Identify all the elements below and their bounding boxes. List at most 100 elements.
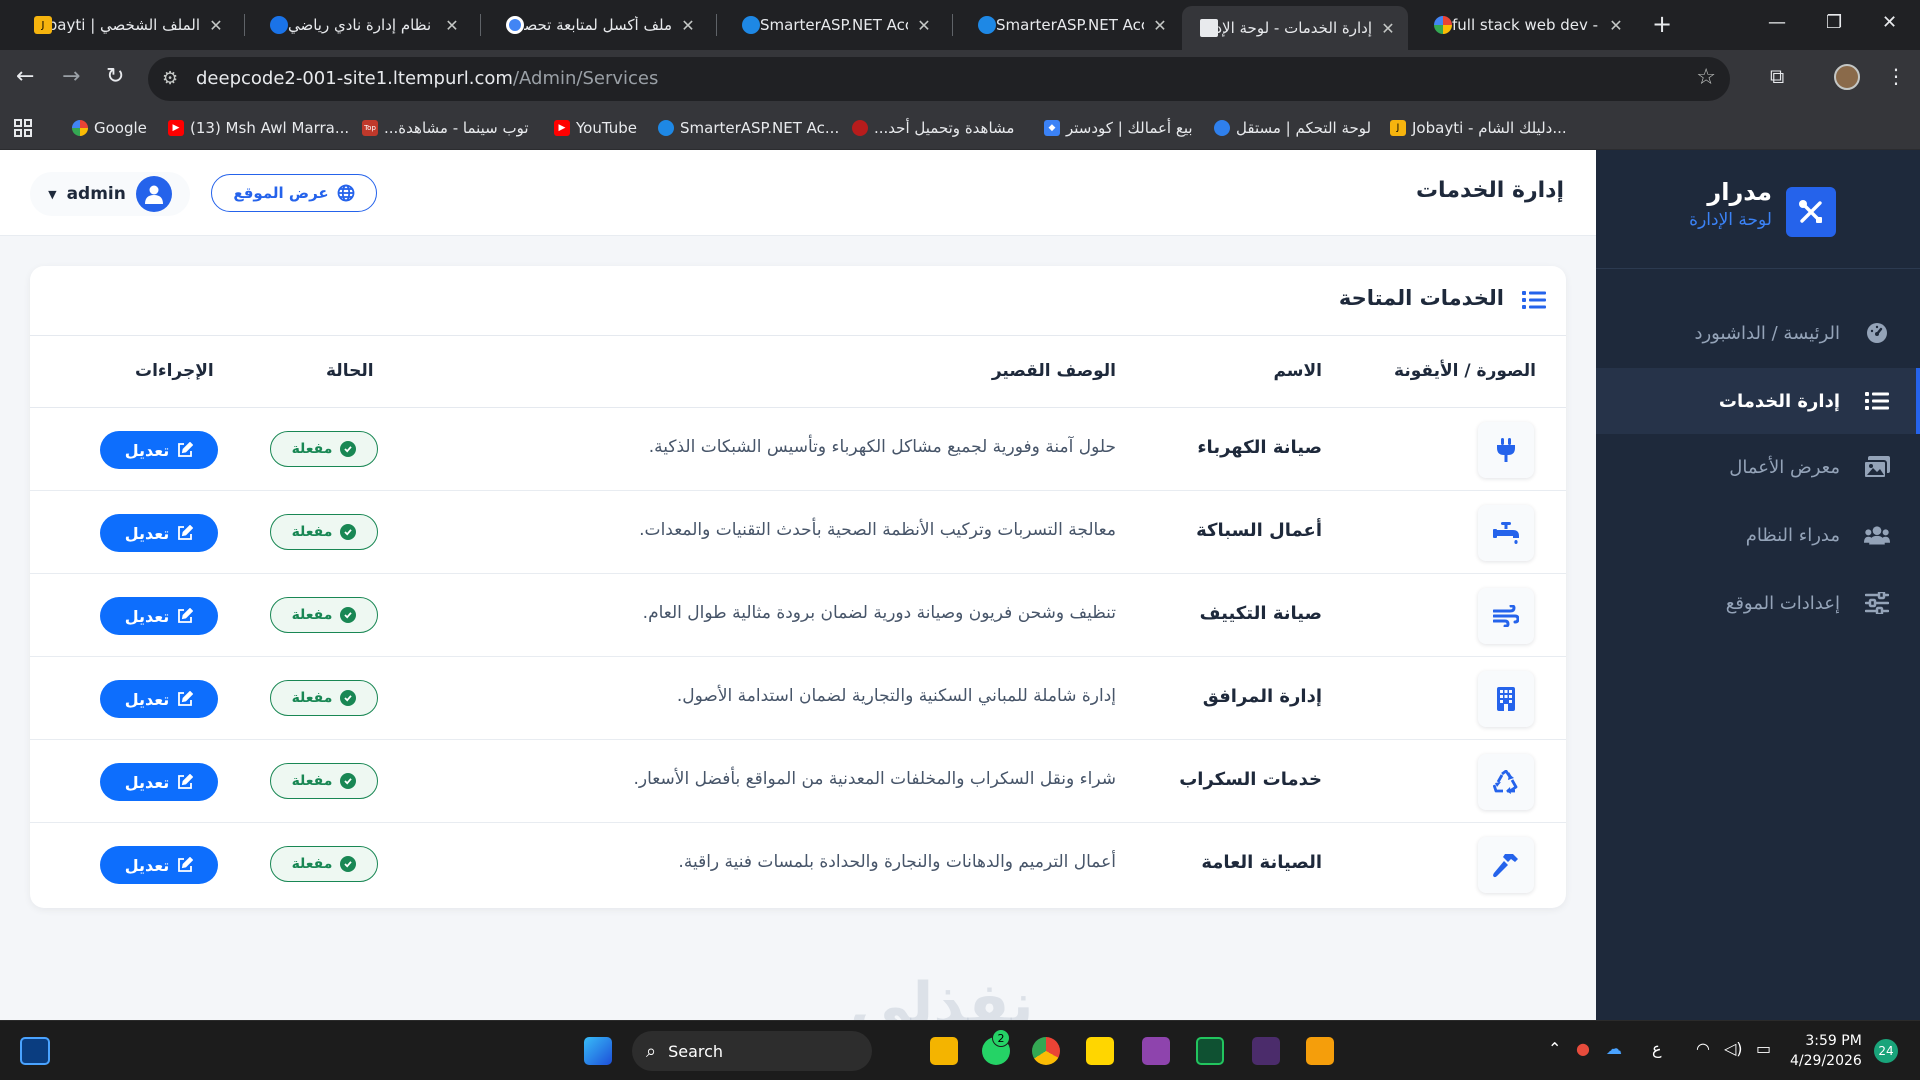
taskbar-search[interactable]: ⌕ Search xyxy=(632,1031,872,1071)
volume-icon[interactable]: ◁) xyxy=(1724,1039,1743,1058)
table-row: إدارة المرافق إدارة شاملة للمباني السكني… xyxy=(30,657,1566,740)
windows-start-icon[interactable] xyxy=(584,1037,612,1065)
bookmark-mostaql[interactable]: لوحة التحكم | مستقل xyxy=(1214,119,1371,137)
clock-time: 3:59 PM xyxy=(1805,1033,1862,1049)
card-header: الخدمات المتاحة xyxy=(30,266,1566,336)
clock[interactable]: 3:59 PM 4/29/2026 xyxy=(1790,1031,1862,1071)
apps-grid-icon[interactable] xyxy=(14,119,32,137)
tab-title: نظام إدارة نادي رياضي xyxy=(288,16,432,34)
bookmark-smarterasp[interactable]: SmarterASP.NET Ac... xyxy=(658,119,839,137)
check-circle-icon xyxy=(340,690,357,706)
edit-button[interactable]: تعديل xyxy=(100,431,218,469)
service-description: شراء ونقل السكراب والمخلفات المعدنية من … xyxy=(633,769,1116,789)
menu-kebab-icon[interactable]: ⋮ xyxy=(1886,64,1906,88)
google-favicon-icon xyxy=(1434,16,1452,34)
wifi-icon[interactable]: ◠ xyxy=(1696,1039,1710,1058)
close-tab-icon[interactable]: ✕ xyxy=(206,16,226,35)
extensions-icon[interactable]: ⧉ xyxy=(1770,64,1784,88)
status-badge: مفعلة xyxy=(270,846,378,882)
tab-jobayti[interactable]: J الملف الشخصي | Jobayti ✕ xyxy=(16,6,236,44)
terminal-app-icon[interactable] xyxy=(1196,1037,1224,1065)
sticky-notes-icon[interactable] xyxy=(1086,1037,1114,1065)
close-tab-icon[interactable]: ✕ xyxy=(1378,19,1398,38)
bookmark-google[interactable]: Google xyxy=(72,119,147,137)
search-label: Search xyxy=(668,1041,724,1061)
file-explorer-icon[interactable] xyxy=(930,1037,958,1065)
edit-button[interactable]: تعديل xyxy=(100,763,218,801)
edit-button[interactable]: تعديل xyxy=(100,597,218,635)
new-tab-icon[interactable]: + xyxy=(1652,10,1672,38)
sidebar-item-settings[interactable]: إعدادات الموقع xyxy=(1596,570,1920,636)
sidebar-item-portfolio[interactable]: معرض الأعمال xyxy=(1596,434,1920,500)
notification-badge[interactable]: 24 xyxy=(1874,1039,1898,1063)
close-tab-icon[interactable]: ✕ xyxy=(678,16,698,35)
check-circle-icon xyxy=(340,856,357,872)
reload-icon[interactable]: ↻ xyxy=(106,64,124,89)
brand-subtitle: لوحة الإدارة xyxy=(1689,210,1772,230)
youtube-icon: ▶ xyxy=(554,120,570,136)
services-card: الخدمات المتاحة الصورة / الأيقونة الاسم … xyxy=(30,266,1566,908)
tab-google-search[interactable]: full stack web dev - بحث Google ✕ xyxy=(1416,6,1636,44)
bookmark-top-cinema[interactable]: Top توب سينما - مشاهدة... xyxy=(362,119,529,137)
back-icon[interactable]: ← xyxy=(16,64,34,89)
tools-app-icon[interactable] xyxy=(1306,1037,1334,1065)
bookmark-youtube[interactable]: ▶ YouTube xyxy=(554,119,637,137)
service-name: صيانة التكييف xyxy=(1199,603,1322,624)
tab-excel-file[interactable]: ملف أكسل لمتابعة تحصيل ✕ xyxy=(488,6,708,44)
site-info-icon[interactable]: ⚙ xyxy=(162,68,178,89)
bookmark-codester[interactable]: ◆ بيع أعمالك | كودستر xyxy=(1044,119,1193,137)
plug-icon xyxy=(1478,422,1534,478)
chevron-up-icon[interactable]: ⌃ xyxy=(1548,1039,1561,1058)
close-tab-icon[interactable]: ✕ xyxy=(1606,16,1626,35)
sidebar-item-dashboard[interactable]: الرئيسة / الداشبورد xyxy=(1596,300,1920,366)
close-window-icon[interactable]: ✕ xyxy=(1882,12,1897,33)
tab-admin-services[interactable]: إدارة الخدمات - لوحة الإدارة ✕ xyxy=(1182,6,1408,50)
close-tab-icon[interactable]: ✕ xyxy=(914,16,934,35)
restore-icon[interactable]: ❐ xyxy=(1826,12,1842,33)
onedrive-icon[interactable]: ☁ xyxy=(1606,1039,1622,1058)
status-badge: مفعلة xyxy=(270,514,378,550)
edit-button[interactable]: تعديل xyxy=(100,514,218,552)
address-bar[interactable]: ⚙ deepcode2-001-site1.ltempurl.com/Admin… xyxy=(148,57,1730,101)
battery-icon[interactable]: ▭ xyxy=(1756,1039,1771,1058)
user-menu[interactable]: ▼ admin xyxy=(30,172,190,216)
profile-avatar[interactable] xyxy=(1834,64,1860,90)
bookmark-watch-download[interactable]: مشاهدة وتحميل أحد... xyxy=(852,119,1014,137)
tray-app-icon[interactable]: ● xyxy=(1576,1039,1590,1058)
close-tab-icon[interactable]: ✕ xyxy=(442,16,462,35)
service-description: أعمال الترميم والدهانات والنجارة والحداد… xyxy=(678,852,1116,872)
status-label: مفعلة xyxy=(291,773,333,789)
tools-icon xyxy=(1799,200,1822,223)
bookmark-youtube-video[interactable]: ▶ (13) Msh Awl Marra... xyxy=(168,119,349,137)
status-label: مفعلة xyxy=(291,607,333,623)
status-label: مفعلة xyxy=(291,856,333,872)
minimize-icon[interactable]: — xyxy=(1768,12,1786,33)
chrome-icon[interactable] xyxy=(1032,1037,1060,1065)
tab-sports-club[interactable]: نظام إدارة نادي رياضي ✕ xyxy=(252,6,472,44)
edit-label: تعديل xyxy=(124,523,170,543)
visual-studio-icon[interactable] xyxy=(1142,1037,1170,1065)
widgets-icon[interactable] xyxy=(20,1037,50,1065)
view-site-button[interactable]: عرض الموقع xyxy=(211,174,377,212)
bookmark-jobayti[interactable]: J Jobayti - دليلك الشام... xyxy=(1390,119,1567,137)
hammer-icon xyxy=(1478,837,1534,893)
tab-title: ملف أكسل لمتابعة تحصيل xyxy=(524,16,672,34)
whatsapp-badge: 2 xyxy=(992,1029,1010,1047)
smarterasp-favicon-icon xyxy=(978,16,996,34)
wind-icon xyxy=(1478,588,1534,644)
bookmark-star-icon[interactable]: ☆ xyxy=(1696,65,1716,90)
status-badge: مفعلة xyxy=(270,597,378,633)
ide-icon[interactable] xyxy=(1252,1037,1280,1065)
sidebar-item-services[interactable]: إدارة الخدمات xyxy=(1596,368,1920,434)
page-title: إدارة الخدمات xyxy=(1415,178,1564,203)
tab-title: إدارة الخدمات - لوحة الإدارة xyxy=(1218,19,1372,37)
tab-smarterasp-2[interactable]: SmarterASP.NET Account ✕ xyxy=(960,6,1180,44)
topbar: إدارة الخدمات عرض الموقع ▼ admin xyxy=(0,150,1596,236)
edit-button[interactable]: تعديل xyxy=(100,680,218,718)
tab-smarterasp-1[interactable]: SmarterASP.NET Account ✕ xyxy=(724,6,944,44)
sidebar-item-admins[interactable]: مدراء النظام xyxy=(1596,502,1920,568)
close-tab-icon[interactable]: ✕ xyxy=(1150,16,1170,35)
input-language[interactable]: ع xyxy=(1652,1039,1662,1058)
forward-icon[interactable]: → xyxy=(62,64,80,89)
edit-button[interactable]: تعديل xyxy=(100,846,218,884)
